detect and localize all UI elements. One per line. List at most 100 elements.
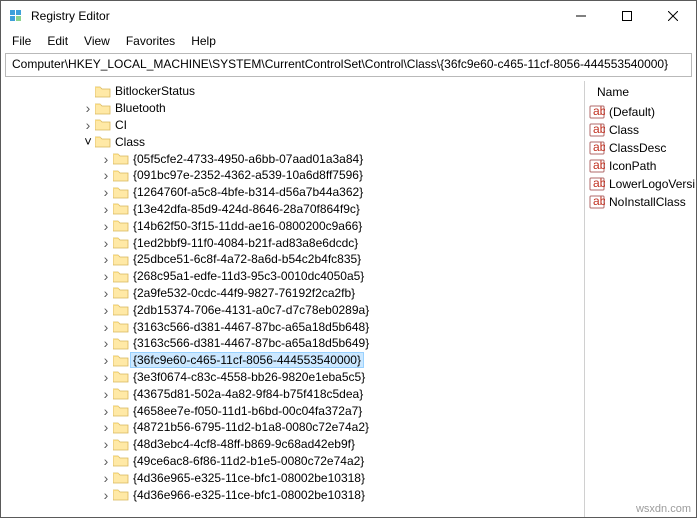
tree-node-label[interactable]: {091bc97e-2352-4362-a539-10a6d8ff7596} — [131, 168, 365, 182]
menu-edit[interactable]: Edit — [40, 32, 75, 50]
tree-node-guid[interactable]: › {091bc97e-2352-4362-a539-10a6d8ff7596} — [3, 167, 584, 184]
expand-icon[interactable]: › — [81, 101, 95, 115]
tree-node-guid[interactable]: › {48d3ebc4-4cf8-48ff-b869-9c68ad42eb9f} — [3, 436, 584, 453]
expand-icon[interactable]: › — [99, 488, 113, 502]
tree-node-label[interactable]: {268c95a1-edfe-11d3-95c3-0010dc4050a5} — [131, 269, 366, 283]
expand-icon[interactable]: › — [99, 303, 113, 317]
tree-node-ci[interactable]: › CI — [3, 117, 584, 134]
tree-node-label[interactable]: Bluetooth — [113, 101, 168, 115]
minimize-button[interactable] — [558, 1, 604, 31]
expand-icon[interactable]: › — [99, 219, 113, 233]
expand-icon[interactable]: › — [99, 252, 113, 266]
expand-icon[interactable]: › — [99, 437, 113, 451]
tree-node-label[interactable]: {48721b56-6795-11d2-b1a8-0080c72e74a2} — [131, 420, 371, 434]
menu-help[interactable]: Help — [184, 32, 223, 50]
tree-node-label[interactable]: {4d36e965-e325-11ce-bfc1-08002be10318} — [131, 471, 367, 485]
expand-icon[interactable]: › — [99, 320, 113, 334]
tree-node-guid[interactable]: › {49ce6ac8-6f86-11d2-b1e5-0080c72e74a2} — [3, 453, 584, 470]
tree-node-label[interactable]: {36fc9e60-c465-11cf-8056-444553540000} — [131, 353, 363, 367]
tree-node-guid[interactable]: › {3e3f0674-c83c-4558-bb26-9820e1eba5c5} — [3, 369, 584, 386]
tree-node-label[interactable]: {1ed2bbf9-11f0-4084-b21f-ad83a8e6dcdc} — [131, 236, 360, 250]
menu-view[interactable]: View — [77, 32, 117, 50]
expand-icon[interactable]: › — [99, 353, 113, 367]
tree-node-guid[interactable]: › {13e42dfa-85d9-424d-8646-28a70f864f9c} — [3, 201, 584, 218]
tree-node-label[interactable]: {43675d81-502a-4a82-9f84-b75f418c5dea} — [131, 387, 365, 401]
folder-icon — [113, 488, 129, 502]
tree-node-guid[interactable]: › {1ed2bbf9-11f0-4084-b21f-ad83a8e6dcdc} — [3, 234, 584, 251]
tree-node-label[interactable]: {4d36e966-e325-11ce-bfc1-08002be10318} — [131, 488, 367, 502]
value-row[interactable]: abClass — [585, 121, 696, 139]
tree-node-label[interactable]: {3e3f0674-c83c-4558-bb26-9820e1eba5c5} — [131, 370, 367, 384]
values-header[interactable]: Name — [585, 81, 696, 103]
tree-node-label[interactable]: {13e42dfa-85d9-424d-8646-28a70f864f9c} — [131, 202, 362, 216]
value-row[interactable]: abLowerLogoVersi — [585, 175, 696, 193]
svg-text:ab: ab — [593, 140, 605, 154]
tree-node-label[interactable]: {48d3ebc4-4cf8-48ff-b869-9c68ad42eb9f} — [131, 437, 357, 451]
expand-icon[interactable]: › — [99, 152, 113, 166]
menubar: File Edit View Favorites Help — [1, 31, 696, 51]
expand-icon[interactable]: › — [99, 336, 113, 350]
expand-icon[interactable]: › — [99, 404, 113, 418]
tree-node-guid[interactable]: › {48721b56-6795-11d2-b1a8-0080c72e74a2} — [3, 419, 584, 436]
tree-node-guid[interactable]: › {4658ee7e-f050-11d1-b6bd-00c04fa372a7} — [3, 402, 584, 419]
tree-node-label[interactable]: Class — [113, 135, 147, 149]
tree-node-label[interactable]: {4658ee7e-f050-11d1-b6bd-00c04fa372a7} — [131, 404, 364, 418]
expand-icon[interactable]: › — [99, 168, 113, 182]
expand-icon[interactable]: › — [99, 185, 113, 199]
value-row[interactable]: abClassDesc — [585, 139, 696, 157]
tree-node-guid[interactable]: › {2a9fe532-0cdc-44f9-9827-76192f2ca2fb} — [3, 285, 584, 302]
value-name: Class — [609, 123, 639, 137]
tree-node-guid[interactable]: › {1264760f-a5c8-4bfe-b314-d56a7b44a362} — [3, 184, 584, 201]
expand-icon[interactable]: › — [81, 118, 95, 132]
tree-node-label[interactable]: {3163c566-d381-4467-87bc-a65a18d5b648} — [131, 320, 371, 334]
tree-node-label[interactable]: BitlockerStatus — [113, 84, 197, 98]
column-name[interactable]: Name — [591, 83, 635, 101]
tree-node-label[interactable]: {2a9fe532-0cdc-44f9-9827-76192f2ca2fb} — [131, 286, 357, 300]
menu-file[interactable]: File — [5, 32, 38, 50]
tree-node-class[interactable]: ˅ Class — [3, 133, 584, 150]
value-row[interactable]: abNoInstallClass — [585, 193, 696, 211]
menu-favorites[interactable]: Favorites — [119, 32, 182, 50]
address-bar[interactable]: Computer\HKEY_LOCAL_MACHINE\SYSTEM\Curre… — [5, 53, 692, 77]
tree-node-label[interactable]: {49ce6ac8-6f86-11d2-b1e5-0080c72e74a2} — [131, 454, 366, 468]
expand-icon[interactable]: › — [99, 454, 113, 468]
expand-icon[interactable]: › — [99, 202, 113, 216]
tree-node-label[interactable]: {14b62f50-3f15-11dd-ae16-0800200c9a66} — [131, 219, 364, 233]
tree-node-label[interactable]: {1264760f-a5c8-4bfe-b314-d56a7b44a362} — [131, 185, 365, 199]
titlebar[interactable]: Registry Editor — [1, 1, 696, 31]
tree-node-guid[interactable]: › {43675d81-502a-4a82-9f84-b75f418c5dea} — [3, 385, 584, 402]
value-row[interactable]: abIconPath — [585, 157, 696, 175]
folder-icon — [113, 454, 129, 468]
expand-icon[interactable]: ˅ — [81, 135, 95, 149]
tree-node-guid[interactable]: › {4d36e965-e325-11ce-bfc1-08002be10318} — [3, 469, 584, 486]
tree-pane[interactable]: >BitlockerStatus›Bluetooth›CI˅Class›{05f… — [1, 81, 584, 517]
expand-icon[interactable]: › — [99, 269, 113, 283]
close-button[interactable] — [650, 1, 696, 31]
expand-icon[interactable]: › — [99, 387, 113, 401]
tree-node-label[interactable]: {25dbce51-6c8f-4a72-8a6d-b54c2b4fc835} — [131, 252, 363, 266]
tree-node-bitlockerstatus[interactable]: >BitlockerStatus — [3, 83, 584, 100]
expand-icon[interactable]: › — [99, 370, 113, 384]
tree-node-guid[interactable]: › {3163c566-d381-4467-87bc-a65a18d5b648} — [3, 318, 584, 335]
tree-node-guid[interactable]: › {36fc9e60-c465-11cf-8056-444553540000} — [3, 352, 584, 369]
tree-node-guid[interactable]: › {3163c566-d381-4467-87bc-a65a18d5b649} — [3, 335, 584, 352]
tree-node-guid[interactable]: › {2db15374-706e-4131-a0c7-d7c78eb0289a} — [3, 301, 584, 318]
tree-node-label[interactable]: {2db15374-706e-4131-a0c7-d7c78eb0289a} — [131, 303, 371, 317]
expand-icon[interactable]: › — [99, 420, 113, 434]
tree-node-guid[interactable]: › {05f5cfe2-4733-4950-a6bb-07aad01a3a84} — [3, 150, 584, 167]
expand-icon[interactable]: › — [99, 236, 113, 250]
expand-icon[interactable]: › — [99, 286, 113, 300]
string-value-icon: ab — [589, 194, 605, 210]
maximize-button[interactable] — [604, 1, 650, 31]
tree-node-guid[interactable]: › {14b62f50-3f15-11dd-ae16-0800200c9a66} — [3, 217, 584, 234]
tree-node-guid[interactable]: › {25dbce51-6c8f-4a72-8a6d-b54c2b4fc835} — [3, 251, 584, 268]
tree-node-label[interactable]: {3163c566-d381-4467-87bc-a65a18d5b649} — [131, 336, 371, 350]
tree-node-bluetooth[interactable]: › Bluetooth — [3, 100, 584, 117]
value-row[interactable]: ab(Default) — [585, 103, 696, 121]
tree-node-guid[interactable]: › {268c95a1-edfe-11d3-95c3-0010dc4050a5} — [3, 268, 584, 285]
tree-node-label[interactable]: CI — [113, 118, 129, 132]
tree-node-label[interactable]: {05f5cfe2-4733-4950-a6bb-07aad01a3a84} — [131, 152, 365, 166]
expand-icon[interactable]: › — [99, 471, 113, 485]
tree-node-guid[interactable]: › {4d36e966-e325-11ce-bfc1-08002be10318} — [3, 486, 584, 503]
values-pane[interactable]: Name ab(Default)abClassabClassDescabIcon… — [584, 81, 696, 517]
